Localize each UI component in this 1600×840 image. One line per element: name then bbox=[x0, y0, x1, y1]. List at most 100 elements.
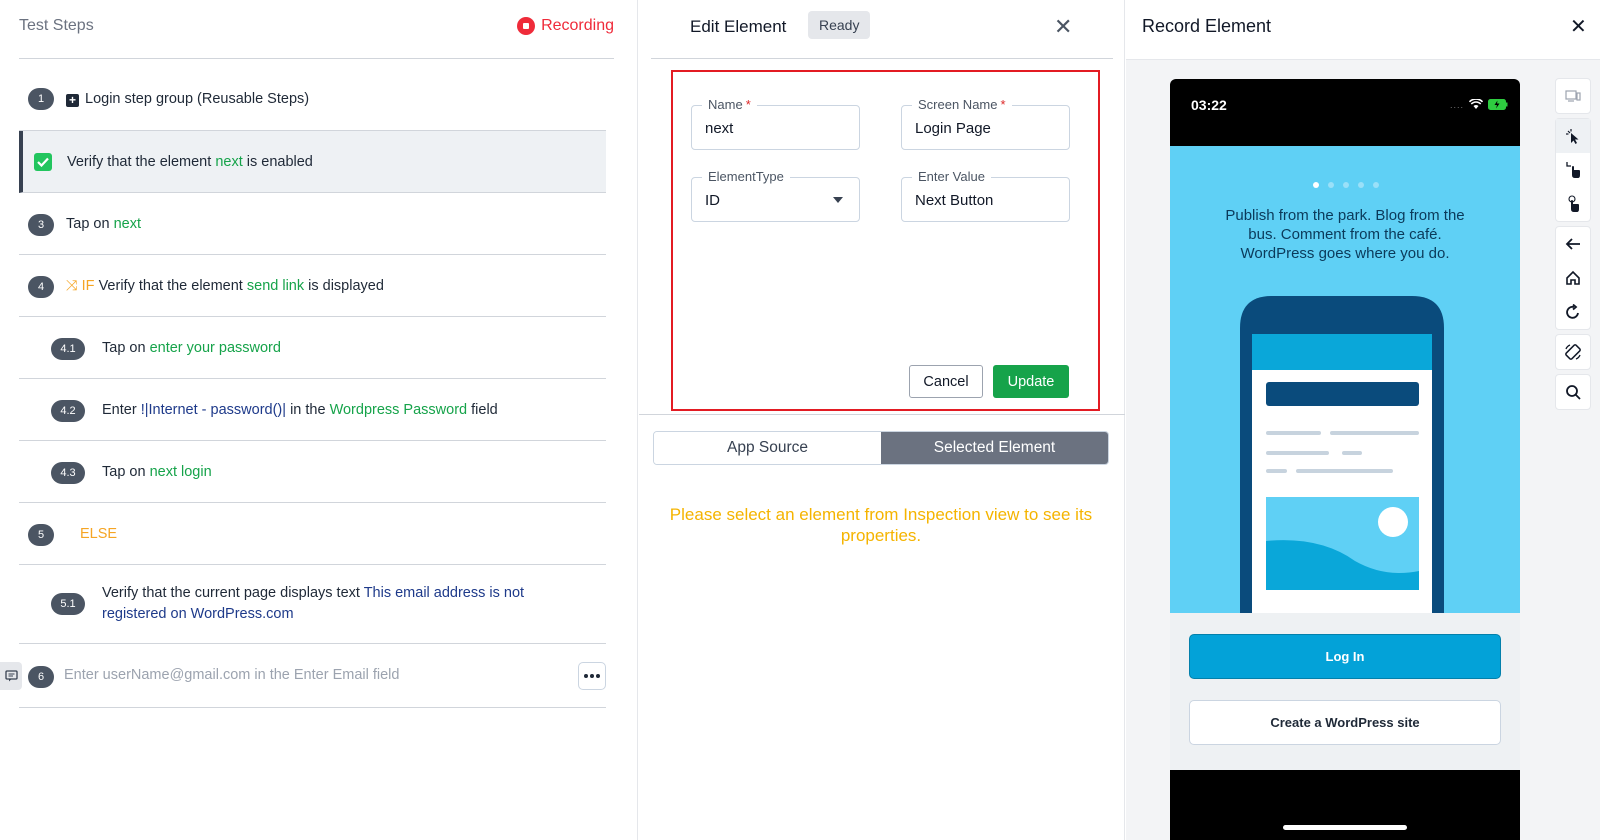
enter-value-value: Next Button bbox=[915, 192, 994, 209]
close-icon[interactable]: ✕ bbox=[1054, 16, 1072, 38]
back-arrow-icon[interactable] bbox=[1556, 227, 1590, 261]
step-row[interactable]: 4.3 Tap on next login bbox=[19, 441, 606, 503]
step-text: Tap on enter your password bbox=[102, 340, 281, 356]
device-toolbar bbox=[1555, 78, 1591, 410]
step-row[interactable]: 5 ELSE bbox=[19, 503, 606, 565]
phone-illustration bbox=[1240, 296, 1444, 613]
element-link[interactable]: next bbox=[215, 154, 242, 170]
element-link[interactable]: Wordpress Password bbox=[330, 402, 468, 418]
signal-icon: .... bbox=[1449, 99, 1464, 110]
rotate-device-icon[interactable] bbox=[1556, 335, 1590, 369]
onboarding-slide[interactable]: Publish from the park. Blog from the bus… bbox=[1170, 146, 1520, 613]
recording-indicator[interactable]: Recording bbox=[517, 17, 614, 35]
element-link[interactable]: next bbox=[114, 216, 141, 232]
element-type-label: ElementType bbox=[702, 169, 790, 184]
step-row[interactable]: 4 ⤨ IF Verify that the element send link… bbox=[19, 255, 606, 317]
record-element-panel: Record Element ✕ 03:22 .... Publish from… bbox=[1126, 0, 1600, 840]
login-button[interactable]: Log In bbox=[1189, 634, 1501, 679]
device-status-icons: .... bbox=[1450, 99, 1508, 110]
name-field[interactable]: Name * next bbox=[691, 97, 860, 150]
screen-name-field[interactable]: Screen Name * Login Page bbox=[901, 97, 1070, 150]
else-keyword: ELSE bbox=[80, 526, 118, 542]
device-screen[interactable]: 03:22 .... Publish from the park. Blog f… bbox=[1170, 79, 1520, 840]
app-root: Test Steps Recording 1 + Login step group… bbox=[0, 0, 1600, 840]
new-step-input[interactable]: Enter userName@gmail.com in the Enter Em… bbox=[64, 667, 399, 683]
step-action-text: Verify that the element bbox=[98, 278, 247, 294]
test-data-value[interactable]: !|Internet - password()| bbox=[141, 402, 286, 418]
status-badge: Ready bbox=[808, 11, 871, 39]
toolbar-group-view bbox=[1555, 78, 1591, 114]
test-data-value-cont[interactable]: registered on WordPress.com bbox=[102, 606, 294, 622]
toolbar-group-search bbox=[1555, 374, 1591, 410]
step-action-text: field bbox=[471, 402, 498, 418]
check-icon bbox=[34, 153, 52, 171]
search-icon[interactable] bbox=[1556, 375, 1590, 409]
element-link[interactable]: enter your password bbox=[150, 340, 281, 356]
expand-group-icon[interactable]: + bbox=[66, 93, 79, 107]
create-site-button[interactable]: Create a WordPress site bbox=[1189, 700, 1501, 745]
step-text: Verify that the current page displays te… bbox=[102, 583, 524, 625]
step-text: ⤨ IF Verify that the element send link i… bbox=[66, 278, 384, 294]
recording-label: Recording bbox=[541, 17, 614, 34]
edit-element-form: Name * next Screen Name * Login Page Eleme… bbox=[671, 70, 1100, 411]
step-text: Verify that the element next is enabled bbox=[67, 154, 313, 170]
step-row-selected[interactable]: Verify that the element next is enabled bbox=[19, 131, 606, 193]
if-keyword: IF bbox=[81, 278, 95, 294]
step-row[interactable]: 4.2 Enter !|Internet - password()| in th… bbox=[19, 379, 606, 441]
more-options-button[interactable] bbox=[578, 662, 606, 690]
inspector-tabs: App Source Selected Element bbox=[653, 431, 1109, 465]
record-element-title: Record Element bbox=[1142, 16, 1272, 36]
screen-name-label-text: Screen Name bbox=[918, 97, 998, 112]
device-clock: 03:22 bbox=[1191, 97, 1227, 113]
tab-app-source[interactable]: App Source bbox=[654, 432, 881, 464]
update-button[interactable]: Update bbox=[993, 365, 1069, 398]
step-group-label: Login step group (Reusable Steps) bbox=[85, 91, 310, 107]
test-steps-panel: Test Steps Recording 1 + Login step group… bbox=[0, 0, 638, 840]
step-number: 5.1 bbox=[51, 593, 85, 615]
panel-title: Test Steps bbox=[19, 17, 94, 34]
dropdown-caret-icon bbox=[833, 197, 843, 203]
screen-name-label: Screen Name * bbox=[912, 97, 1012, 112]
step-text: Enter !|Internet - password()| in the Wo… bbox=[102, 402, 498, 418]
element-link[interactable]: next login bbox=[150, 464, 212, 480]
tab-selected-element[interactable]: Selected Element bbox=[881, 432, 1108, 464]
device-view-icon[interactable] bbox=[1556, 79, 1590, 113]
element-type-select[interactable]: ElementType ID bbox=[691, 169, 860, 222]
cancel-button[interactable]: Cancel bbox=[909, 365, 983, 398]
comment-icon[interactable] bbox=[0, 662, 22, 690]
step-action-text: Tap on bbox=[66, 216, 114, 232]
enter-value-label: Enter Value bbox=[912, 169, 991, 184]
name-label-text: Name bbox=[708, 97, 743, 112]
refresh-icon[interactable] bbox=[1556, 295, 1590, 329]
battery-icon bbox=[1488, 99, 1508, 110]
step-row[interactable]: 4.1 Tap on enter your password bbox=[19, 317, 606, 379]
step-row[interactable]: 3 Tap on next bbox=[19, 193, 606, 255]
required-mark: * bbox=[1000, 97, 1006, 112]
record-element-header: Record Element ✕ bbox=[1126, 0, 1600, 60]
step-action-text: Verify that the element bbox=[67, 154, 216, 170]
step-row-new[interactable]: 6 Enter userName@gmail.com in the Enter … bbox=[19, 644, 606, 708]
step-text: Tap on next bbox=[66, 216, 141, 232]
enter-value-field[interactable]: Enter Value Next Button bbox=[901, 169, 1070, 222]
test-steps-header: Test Steps Recording bbox=[19, 0, 614, 59]
tap-gesture-icon[interactable] bbox=[1556, 187, 1590, 221]
close-icon[interactable]: ✕ bbox=[1570, 17, 1587, 37]
step-action-text: Enter bbox=[102, 402, 141, 418]
step-text: + Login step group (Reusable Steps) bbox=[66, 91, 309, 107]
swipe-gesture-icon[interactable] bbox=[1556, 153, 1590, 187]
hint-line: properties. bbox=[840, 526, 922, 545]
step-number: 4 bbox=[28, 276, 54, 298]
wifi-icon bbox=[1469, 99, 1483, 109]
step-row[interactable]: 5.1 Verify that the current page display… bbox=[19, 565, 606, 644]
hint-line: Please select an element from Inspection… bbox=[669, 505, 1093, 524]
select-pointer-icon[interactable] bbox=[1556, 119, 1590, 153]
step-number: 5 bbox=[28, 524, 54, 546]
step-action-text: is enabled bbox=[246, 154, 313, 170]
element-link[interactable]: send link bbox=[247, 278, 304, 294]
step-row[interactable]: 1 + Login step group (Reusable Steps) bbox=[19, 68, 606, 131]
step-action-text: Verify that the current page displays te… bbox=[102, 585, 364, 601]
toolbar-group-rotate bbox=[1555, 334, 1591, 370]
edit-element-title: Edit Element bbox=[690, 17, 787, 36]
test-data-value[interactable]: This email address is not bbox=[364, 585, 524, 601]
home-icon[interactable] bbox=[1556, 261, 1590, 295]
